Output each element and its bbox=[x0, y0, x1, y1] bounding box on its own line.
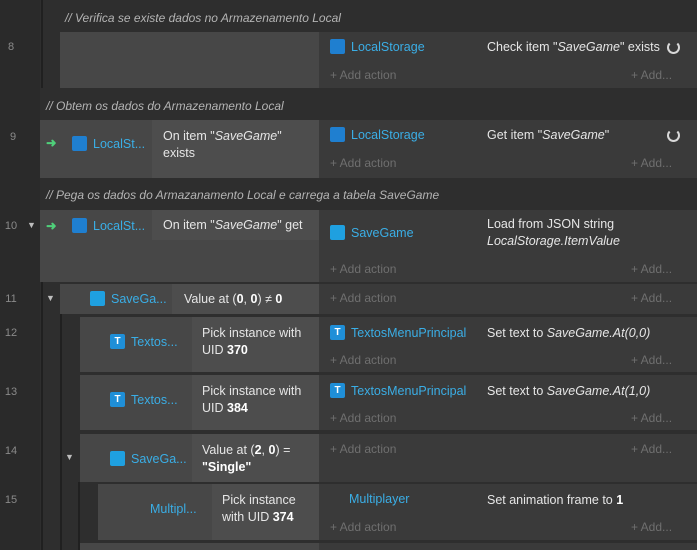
lock-storage-icon bbox=[72, 218, 87, 233]
condition-object[interactable]: T Textos... bbox=[110, 392, 178, 407]
event-gutter bbox=[0, 0, 40, 550]
trigger-arrow-icon: ➜ bbox=[46, 219, 57, 233]
action-object[interactable]: Multiplayer bbox=[349, 492, 409, 506]
add-action-button[interactable]: + Add action bbox=[330, 353, 396, 367]
condition-object[interactable]: T Textos... bbox=[110, 334, 178, 349]
row-number: 8 bbox=[7, 41, 15, 53]
row-number: 13 bbox=[4, 386, 18, 398]
collapse-arrow-icon[interactable]: ▼ bbox=[27, 220, 36, 230]
row-number: 9 bbox=[9, 131, 17, 143]
refresh-icon bbox=[667, 129, 680, 142]
condition-area[interactable] bbox=[80, 543, 319, 550]
add-button[interactable]: + Add... bbox=[631, 411, 672, 425]
action-object[interactable]: T TextosMenuPrincipal bbox=[330, 383, 466, 398]
row-number: 15 bbox=[4, 494, 18, 506]
array-grid-icon bbox=[90, 291, 105, 306]
condition-object[interactable]: SaveGa... bbox=[90, 291, 167, 306]
action-text[interactable]: Set text to SaveGame.At(1,0) bbox=[487, 383, 650, 400]
action-text[interactable]: Set text to SaveGame.At(0,0) bbox=[487, 325, 650, 342]
action-object[interactable]: LocalStorage bbox=[330, 39, 425, 54]
add-button[interactable]: + Add... bbox=[631, 442, 672, 456]
lock-storage-icon bbox=[330, 39, 345, 54]
condition-object[interactable]: LocalSt... bbox=[72, 218, 145, 233]
lock-storage-icon bbox=[72, 136, 87, 151]
refresh-icon bbox=[667, 41, 680, 54]
condition-object[interactable]: LocalSt... bbox=[72, 136, 145, 151]
condition-text[interactable]: Pick instance with UID 374 bbox=[222, 492, 296, 526]
add-action-button[interactable]: + Add action bbox=[330, 68, 396, 82]
add-action-button[interactable]: + Add action bbox=[330, 520, 396, 534]
action-object[interactable]: SaveGame bbox=[330, 225, 414, 240]
text-T-icon: T bbox=[110, 334, 125, 349]
add-button[interactable]: + Add... bbox=[631, 291, 672, 305]
condition-text[interactable]: Value at (0, 0) ≠ 0 bbox=[184, 291, 282, 308]
condition-text[interactable]: Value at (2, 0) = "Single" bbox=[202, 442, 290, 476]
condition-text[interactable]: On item "SaveGame" get bbox=[163, 217, 303, 234]
block-bar bbox=[41, 282, 43, 550]
block-bar bbox=[78, 482, 80, 550]
add-button[interactable]: + Add... bbox=[631, 68, 672, 82]
action-text[interactable]: Load from JSON string LocalStorage.ItemVa… bbox=[487, 216, 620, 250]
add-action-button[interactable]: + Add action bbox=[330, 411, 396, 425]
add-action-button[interactable]: + Add action bbox=[330, 262, 396, 276]
row-number: 10 bbox=[4, 220, 18, 232]
text-T-icon: T bbox=[330, 325, 345, 340]
add-action-button[interactable]: + Add action bbox=[330, 291, 396, 305]
condition-area-empty[interactable] bbox=[60, 32, 319, 88]
block-bar bbox=[41, 0, 43, 88]
add-button[interactable]: + Add... bbox=[631, 262, 672, 276]
add-button[interactable]: + Add... bbox=[631, 353, 672, 367]
add-action-button[interactable]: + Add action bbox=[330, 156, 396, 170]
comment-row-9[interactable]: // Obtem os dados do Armazenamento Local bbox=[46, 99, 284, 113]
row-number: 11 bbox=[5, 293, 17, 305]
action-text[interactable]: Get item "SaveGame" bbox=[487, 127, 609, 144]
array-grid-icon bbox=[330, 225, 345, 240]
row-number: 12 bbox=[4, 327, 18, 339]
comment-row-8[interactable]: // Verifica se existe dados no Armazenam… bbox=[65, 11, 341, 25]
action-object[interactable]: LocalStorage bbox=[330, 127, 425, 142]
condition-object[interactable]: SaveGa... bbox=[110, 451, 187, 466]
add-action-button[interactable]: + Add action bbox=[330, 442, 396, 456]
array-grid-icon bbox=[110, 451, 125, 466]
action-text[interactable]: Check item "SaveGame" exists bbox=[487, 39, 660, 56]
collapse-arrow-icon[interactable]: ▼ bbox=[65, 452, 74, 462]
comment-row-10[interactable]: // Pega os dados do Armazanamento Local … bbox=[46, 188, 439, 202]
add-button[interactable]: + Add... bbox=[631, 156, 672, 170]
action-object[interactable]: T TextosMenuPrincipal bbox=[330, 325, 466, 340]
lock-storage-icon bbox=[330, 127, 345, 142]
condition-object[interactable]: Multipl... bbox=[150, 502, 197, 516]
action-text[interactable]: Set animation frame to 1 bbox=[487, 492, 623, 509]
text-T-icon: T bbox=[330, 383, 345, 398]
row-number: 14 bbox=[4, 445, 18, 457]
condition-text[interactable]: On item "SaveGame" exists bbox=[163, 128, 282, 162]
condition-text[interactable]: Pick instance with UID 384 bbox=[202, 383, 301, 417]
block-bar bbox=[60, 314, 62, 550]
text-T-icon: T bbox=[110, 392, 125, 407]
condition-text[interactable]: Pick instance with UID 370 bbox=[202, 325, 301, 359]
add-button[interactable]: + Add... bbox=[631, 520, 672, 534]
trigger-arrow-icon: ➜ bbox=[46, 136, 57, 150]
collapse-arrow-icon[interactable]: ▼ bbox=[46, 293, 55, 303]
